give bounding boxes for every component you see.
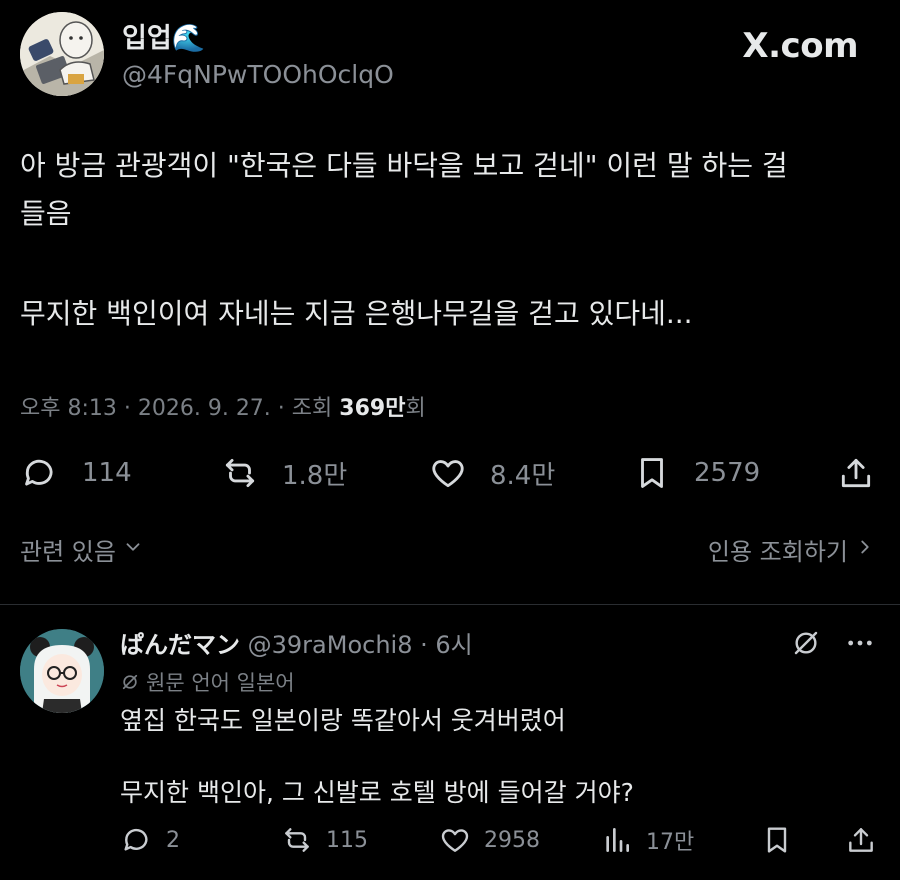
bookmark-icon	[760, 823, 794, 857]
reply-avatar-image	[20, 629, 104, 713]
view-quotes-label: 인용 조회하기	[707, 538, 848, 566]
post-text-line: 들음	[20, 197, 72, 230]
repost-icon	[220, 453, 260, 493]
reply-bookmark-button[interactable]	[760, 817, 794, 863]
author-avatar[interactable]	[20, 12, 104, 96]
more-options-button[interactable]	[842, 625, 878, 661]
post-meta: 오후 8:13 · 2026. 9. 27. · 조회 369만회	[20, 390, 426, 422]
share-icon	[836, 453, 876, 493]
like-button[interactable]: 8.4만	[428, 446, 555, 500]
reply-repost-button[interactable]: 115	[280, 817, 368, 863]
reply-repost-count: 115	[326, 827, 368, 853]
reply-display-name[interactable]: ぱんだマン	[120, 631, 240, 659]
slash-circle-icon	[122, 674, 138, 690]
related-sort-label: 관련 있음	[20, 538, 116, 566]
slash-circle-icon	[794, 631, 818, 655]
post-text-line: 아 방금 관광객이 "한국은 다들 바닥을 보고 걷네" 이런 말 하는 걸	[20, 149, 788, 182]
reply-item[interactable]: ぱんだマン @39raMochi8 · 6시 원문 언어 일본어 옆집 한국도	[0, 605, 900, 880]
repost-button[interactable]: 1.8만	[220, 446, 347, 500]
reply-view-count: 17만	[646, 830, 695, 855]
chevron-down-icon	[116, 536, 144, 564]
reply-count: 114	[82, 458, 132, 488]
translation-note[interactable]: 원문 언어 일본어	[120, 667, 295, 697]
reply-button[interactable]: 114	[20, 446, 132, 500]
repost-count: 1.8만	[282, 460, 348, 491]
author-handle[interactable]: @4FqNPwTOOhOclqO	[122, 58, 394, 92]
post-header: 입업🌊 @4FqNPwTOOhOclqO X.com	[20, 12, 880, 102]
bookmark-icon	[632, 453, 672, 493]
chevron-right-icon	[848, 536, 876, 564]
share-icon	[844, 823, 878, 857]
reply-text: 옆집 한국도 일본이랑 똑같아서 웃겨버렸어 무지한 백인아, 그 신발로 호텔…	[120, 701, 634, 813]
post-text-line: 무지한 백인이여 자네는 지금 은행나무길을 걷고 있다네...	[20, 297, 693, 330]
more-horizontal-icon	[848, 640, 872, 646]
view-count: 369만	[339, 396, 406, 421]
reply-like-count: 2958	[484, 827, 540, 853]
post-action-bar: 114 1.8만 8.4만 2579	[20, 446, 880, 500]
post-timestamp[interactable]: 오후 8:13 · 2026. 9. 27. · 조회	[20, 396, 339, 421]
author-avatar-image	[20, 12, 104, 96]
site-brand: X.com	[742, 26, 858, 66]
reply-icon	[120, 823, 154, 857]
reply-icon	[20, 453, 60, 493]
share-button[interactable]	[836, 446, 876, 500]
bookmark-button[interactable]: 2579	[632, 446, 760, 500]
reply-tools	[770, 625, 878, 661]
reply-author-avatar[interactable]	[20, 629, 104, 713]
grok-translate-button[interactable]	[788, 625, 824, 661]
reply-like-button[interactable]: 2958	[438, 817, 540, 863]
reply-handle[interactable]: @39raMochi8	[248, 631, 413, 659]
like-icon	[438, 823, 472, 857]
reply-share-button[interactable]	[844, 817, 878, 863]
related-row: 관련 있음 인용 조회하기	[20, 532, 880, 572]
reply-reply-count: 2	[166, 827, 180, 853]
reply-header: ぱんだマン @39raMochi8 · 6시	[120, 625, 473, 660]
reply-action-bar: 2 115 2958 17만	[120, 817, 880, 863]
like-count: 8.4만	[490, 460, 556, 491]
views-chart-icon	[600, 823, 634, 857]
reply-text-line: 무지한 백인아, 그 신발로 호텔 방에 들어갈 거야?	[120, 778, 634, 807]
like-icon	[428, 453, 468, 493]
author-display-name[interactable]: 입업🌊	[122, 22, 394, 56]
author-block: 입업🌊 @4FqNPwTOOhOclqO	[122, 22, 394, 92]
post-detail-page: 입업🌊 @4FqNPwTOOhOclqO X.com 아 방금 관광객이 "한국…	[0, 0, 900, 880]
reply-time[interactable]: · 6시	[413, 631, 473, 659]
related-sort-button[interactable]: 관련 있음	[20, 532, 144, 567]
view-count-suffix: 회	[405, 396, 426, 421]
translation-note-text: 원문 언어 일본어	[146, 671, 295, 695]
reply-text-line: 옆집 한국도 일본이랑 똑같아서 웃겨버렸어	[120, 706, 566, 735]
reply-reply-button[interactable]: 2	[120, 817, 180, 863]
bookmark-count: 2579	[694, 458, 761, 488]
repost-icon	[280, 823, 314, 857]
post-text: 아 방금 관광객이 "한국은 다들 바닥을 보고 걷네" 이런 말 하는 걸 들…	[20, 142, 880, 338]
view-quotes-link[interactable]: 인용 조회하기	[708, 532, 876, 567]
reply-views-button[interactable]: 17만	[600, 817, 694, 863]
